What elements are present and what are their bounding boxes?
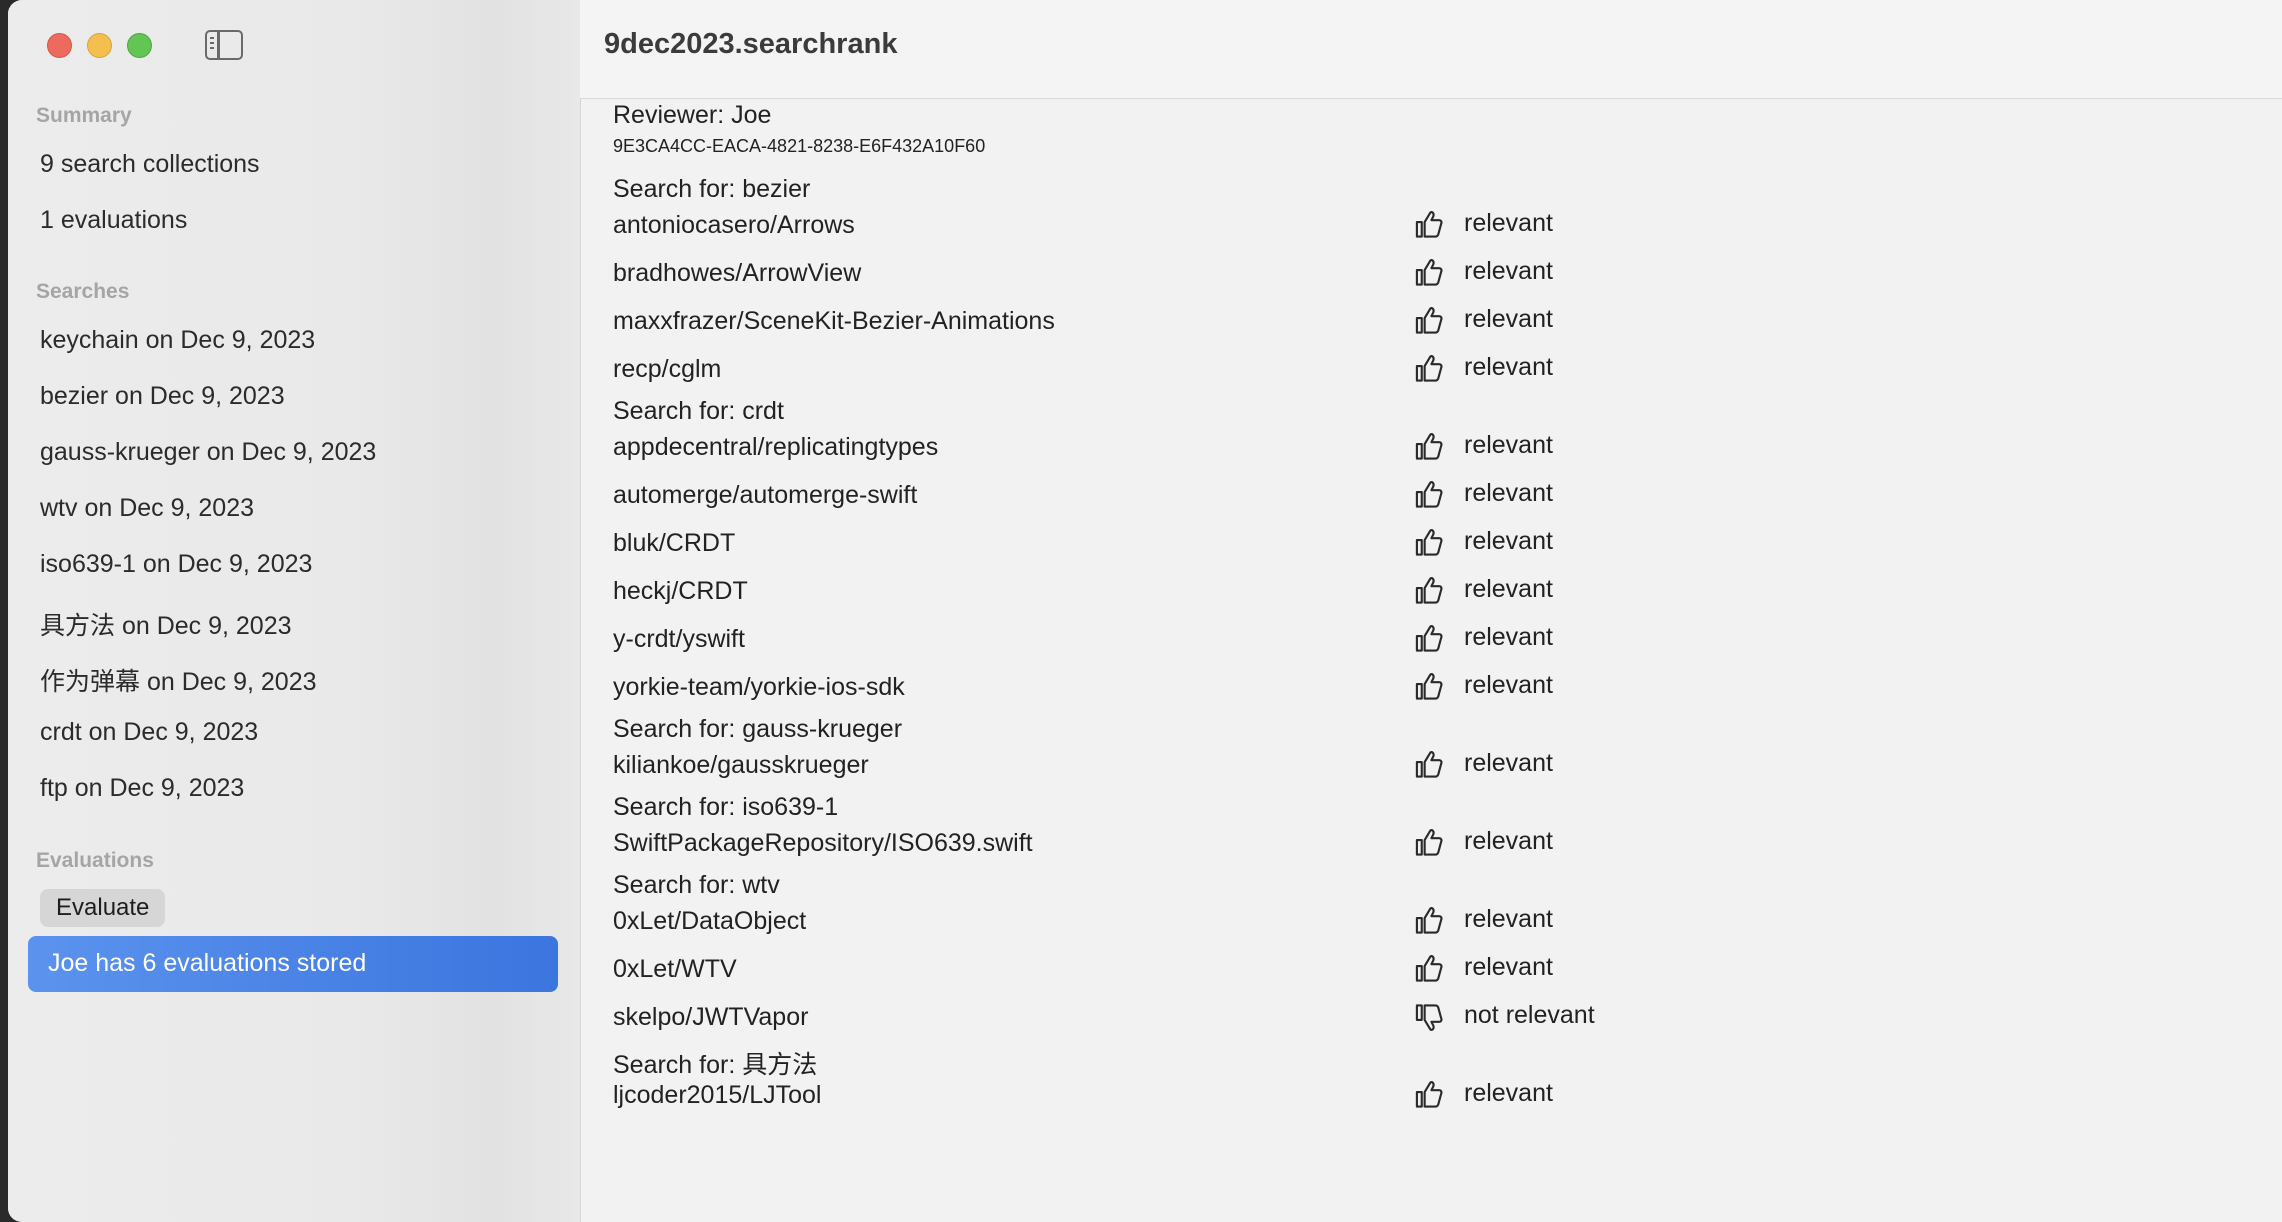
evaluation-row[interactable]: bradhowes/ArrowView relevant xyxy=(580,257,2282,292)
thumbs-up-icon xyxy=(1415,577,1443,604)
sidebar-item-search[interactable]: keychain on Dec 9, 2023 xyxy=(40,326,315,355)
evaluation-row[interactable]: 0xLet/DataObject relevant xyxy=(580,905,2282,940)
evaluation-row[interactable]: maxxfrazer/SceneKit-Bezier-Animations rel… xyxy=(580,305,2282,340)
sidebar-toggle-icon[interactable] xyxy=(205,30,243,60)
evaluation-detail: Reviewer: Joe 9E3CA4CC-EACA-4821-8238-E6… xyxy=(580,98,2282,1222)
evaluation-row[interactable]: y-crdt/yswift relevant xyxy=(580,623,2282,658)
sidebar-item-search[interactable]: wtv on Dec 9, 2023 xyxy=(40,494,254,523)
thumbs-up-icon xyxy=(1415,751,1443,778)
searches-header: Searches xyxy=(36,280,130,303)
repository-name: kiliankoe/gausskrueger xyxy=(613,751,869,779)
evaluate-button[interactable]: Evaluate xyxy=(40,889,166,927)
relevance-label: relevant xyxy=(1464,209,1553,237)
relevance-label: relevant xyxy=(1464,953,1553,981)
thumbs-up-icon xyxy=(1415,1081,1443,1108)
sidebar-item-search[interactable]: 作为弹幕 on Dec 9, 2023 xyxy=(40,662,317,698)
evaluation-row[interactable]: automerge/automerge-swift relevant xyxy=(580,479,2282,514)
sidebar-item-search[interactable]: gauss-krueger on Dec 9, 2023 xyxy=(40,438,376,467)
window-title: 9dec2023.searchrank xyxy=(604,28,898,60)
thumbs-up-icon xyxy=(1415,259,1443,286)
relevance-label: relevant xyxy=(1464,479,1553,507)
thumbs-up-icon xyxy=(1415,673,1443,700)
relevance-label: relevant xyxy=(1464,431,1553,459)
repository-name: 0xLet/WTV xyxy=(613,955,737,983)
toolbar: 9dec2023.searchrank xyxy=(580,0,2282,99)
repository-name: y-crdt/yswift xyxy=(613,625,745,653)
summary-header: Summary xyxy=(36,104,132,127)
evaluation-row[interactable]: SwiftPackageRepository/ISO639.swift relev… xyxy=(580,827,2282,862)
relevance-label: relevant xyxy=(1464,305,1553,333)
repository-name: 0xLet/DataObject xyxy=(613,907,807,935)
zoom-window-button[interactable] xyxy=(127,33,152,58)
relevance-label: relevant xyxy=(1464,671,1553,699)
repository-name: ljcoder2015/LJTool xyxy=(613,1081,822,1109)
close-window-button[interactable] xyxy=(47,33,72,58)
minimize-window-button[interactable] xyxy=(87,33,112,58)
repository-name: antoniocasero/Arrows xyxy=(613,211,855,239)
thumbs-up-icon xyxy=(1415,907,1443,934)
relevance-label: relevant xyxy=(1464,623,1553,651)
search-group-header: Search for: bezier xyxy=(613,175,811,203)
search-group-header: Search for: iso639-1 xyxy=(613,793,839,821)
reviewer-label: Reviewer: Joe xyxy=(613,101,772,129)
sidebar-item-selected-evaluation[interactable]: Joe has 6 evaluations stored xyxy=(28,936,558,992)
sidebar-item-evaluations[interactable]: 1 evaluations xyxy=(40,206,187,235)
thumbs-up-icon xyxy=(1415,955,1443,982)
evaluation-row[interactable]: heckj/CRDT relevant xyxy=(580,575,2282,610)
search-group-header: Search for: gauss-krueger xyxy=(613,715,903,743)
evaluation-row[interactable]: ljcoder2015/LJTool relevant xyxy=(580,1079,2282,1114)
relevance-label: relevant xyxy=(1464,527,1553,555)
repository-name: automerge/automerge-swift xyxy=(613,481,918,509)
evaluation-row[interactable]: yorkie-team/yorkie-ios-sdk relevant xyxy=(580,671,2282,706)
relevance-label: relevant xyxy=(1464,1079,1553,1107)
repository-name: yorkie-team/yorkie-ios-sdk xyxy=(613,673,905,701)
sidebar-item-search[interactable]: ftp on Dec 9, 2023 xyxy=(40,774,244,803)
evaluation-row[interactable]: 0xLet/WTV relevant xyxy=(580,953,2282,988)
evaluation-row[interactable]: antoniocasero/Arrows relevant xyxy=(580,209,2282,244)
sidebar-item-search[interactable]: iso639-1 on Dec 9, 2023 xyxy=(40,550,312,579)
relevance-label: relevant xyxy=(1464,827,1553,855)
thumbs-up-icon xyxy=(1415,433,1443,460)
thumbs-up-icon xyxy=(1415,481,1443,508)
thumbs-up-icon xyxy=(1415,355,1443,382)
relevance-label: relevant xyxy=(1464,257,1553,285)
app-window: Summary 9 search collections 1 evaluatio… xyxy=(8,0,2282,1222)
search-group-header: Search for: wtv xyxy=(613,871,780,899)
thumbs-down-icon xyxy=(1415,1004,1443,1031)
evaluation-row[interactable]: bluk/CRDT relevant xyxy=(580,527,2282,562)
thumbs-up-icon xyxy=(1415,307,1443,334)
search-group-header: Search for: crdt xyxy=(613,397,784,425)
thumbs-up-icon xyxy=(1415,625,1443,652)
sidebar-item-label: Joe has 6 evaluations stored xyxy=(48,949,367,977)
repository-name: bradhowes/ArrowView xyxy=(613,259,862,287)
repository-name: skelpo/JWTVapor xyxy=(613,1003,809,1031)
repository-name: heckj/CRDT xyxy=(613,577,748,605)
thumbs-up-icon xyxy=(1415,529,1443,556)
sidebar-item-search[interactable]: crdt on Dec 9, 2023 xyxy=(40,718,258,747)
sidebar: Summary 9 search collections 1 evaluatio… xyxy=(8,0,581,1222)
relevance-label: relevant xyxy=(1464,575,1553,603)
evaluation-row[interactable]: kiliankoe/gausskrueger relevant xyxy=(580,749,2282,784)
evaluation-row[interactable]: skelpo/JWTVapor not relevant xyxy=(580,1001,2282,1036)
repository-name: bluk/CRDT xyxy=(613,529,736,557)
relevance-label: relevant xyxy=(1464,353,1553,381)
sidebar-item-search-collections[interactable]: 9 search collections xyxy=(40,150,260,179)
search-group-header: Search for: 具方法 xyxy=(613,1051,818,1079)
evaluation-uuid: 9E3CA4CC-EACA-4821-8238-E6F432A10F60 xyxy=(613,136,986,156)
repository-name: appdecentral/replicatingtypes xyxy=(613,433,939,461)
sidebar-item-search[interactable]: 具方法 on Dec 9, 2023 xyxy=(40,606,292,642)
thumbs-up-icon xyxy=(1415,829,1443,856)
repository-name: SwiftPackageRepository/ISO639.swift xyxy=(613,829,1033,857)
sidebar-item-search[interactable]: bezier on Dec 9, 2023 xyxy=(40,382,285,411)
evaluations-header: Evaluations xyxy=(36,849,154,872)
relevance-label: relevant xyxy=(1464,749,1553,777)
repository-name: maxxfrazer/SceneKit-Bezier-Animations xyxy=(613,307,1055,335)
evaluation-row[interactable]: recp/cglm relevant xyxy=(580,353,2282,388)
evaluation-row[interactable]: appdecentral/replicatingtypes relevant xyxy=(580,431,2282,466)
relevance-label: not relevant xyxy=(1464,1001,1595,1029)
relevance-label: relevant xyxy=(1464,905,1553,933)
repository-name: recp/cglm xyxy=(613,355,722,383)
thumbs-up-icon xyxy=(1415,211,1443,238)
